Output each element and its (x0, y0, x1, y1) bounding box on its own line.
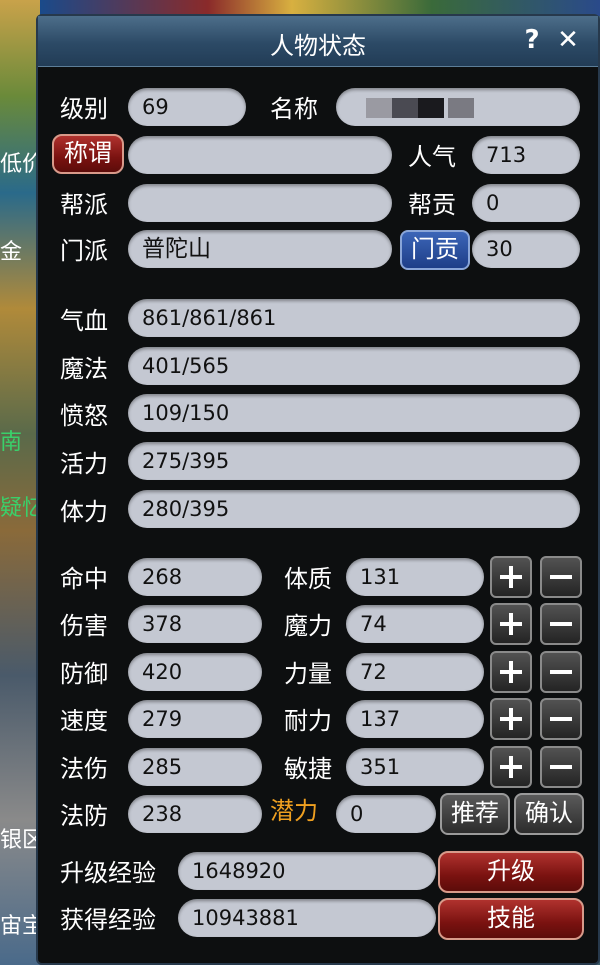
gang-contrib-label: 帮贡 (408, 191, 456, 219)
name-blur-block-2 (392, 98, 418, 118)
close-icon[interactable]: ✕ (552, 24, 584, 56)
sect-label: 门派 (60, 237, 108, 265)
background-text-2: 金 (0, 240, 23, 265)
title-button[interactable]: 称谓 (52, 134, 124, 174)
name-blur-block-4 (448, 98, 474, 118)
gang-label: 帮派 (60, 191, 108, 219)
vital-field-vitality: 275/395 (128, 442, 580, 480)
combat-label-magic-defense: 法防 (60, 802, 108, 830)
agility-minus-button[interactable] (540, 746, 582, 788)
sect-contrib-button[interactable]: 门贡 (400, 230, 470, 270)
name-blur-block-1 (366, 98, 392, 118)
strength-plus-button[interactable] (490, 651, 532, 693)
gained-exp-label: 获得经验 (60, 906, 156, 934)
vital-field-mp: 401/565 (128, 347, 580, 385)
recommend-button[interactable]: 推荐 (440, 793, 510, 835)
sect-field: 普陀山 (128, 230, 392, 268)
endurance-plus-button[interactable] (490, 698, 532, 740)
title-field (128, 136, 392, 174)
vital-label-vitality: 活力 (60, 450, 108, 478)
combat-field-hit: 268 (128, 558, 262, 596)
vital-label-rage: 愤怒 (60, 402, 108, 430)
combat-label-hit: 命中 (60, 565, 108, 593)
attr-field-constitution: 131 (346, 558, 484, 596)
character-status-window: 人物状态 ? ✕ 级别 69 名称 称谓 人气 713 帮派 帮贡 0 门派 普… (36, 14, 600, 965)
combat-field-magic-damage: 285 (128, 748, 262, 786)
potential-field: 0 (336, 795, 436, 833)
attr-field-endurance: 137 (346, 700, 484, 738)
combat-field-damage: 378 (128, 605, 262, 643)
upgrade-exp-label: 升级经验 (60, 859, 156, 887)
gang-field (128, 184, 392, 222)
vital-field-rage: 109/150 (128, 394, 580, 432)
strength-minus-button[interactable] (540, 651, 582, 693)
name-blur-block-3 (418, 98, 444, 118)
sect-contrib-field: 30 (472, 230, 580, 268)
vital-field-hp: 861/861/861 (128, 299, 580, 337)
constitution-minus-button[interactable] (540, 556, 582, 598)
popularity-label: 人气 (408, 143, 456, 171)
combat-label-defense: 防御 (60, 660, 108, 688)
skill-button[interactable]: 技能 (438, 898, 584, 940)
attr-field-magic: 74 (346, 605, 484, 643)
popularity-field: 713 (472, 136, 580, 174)
background-scene (0, 0, 40, 965)
vital-label-stamina: 体力 (60, 498, 108, 526)
window-title: 人物状态 (270, 32, 366, 60)
attr-field-agility: 351 (346, 748, 484, 786)
magic-plus-button[interactable] (490, 603, 532, 645)
combat-field-magic-defense: 238 (128, 795, 262, 833)
combat-label-magic-damage: 法伤 (60, 755, 108, 783)
constitution-plus-button[interactable] (490, 556, 532, 598)
combat-field-defense: 420 (128, 653, 262, 691)
help-icon[interactable]: ? (516, 24, 548, 56)
confirm-button[interactable]: 确认 (514, 793, 584, 835)
magic-minus-button[interactable] (540, 603, 582, 645)
endurance-minus-button[interactable] (540, 698, 582, 740)
agility-plus-button[interactable] (490, 746, 532, 788)
attr-label-endurance: 耐力 (284, 707, 332, 735)
attr-field-strength: 72 (346, 653, 484, 691)
gang-contrib-field: 0 (472, 184, 580, 222)
name-label: 名称 (270, 95, 318, 123)
attr-label-agility: 敏捷 (284, 755, 332, 783)
vital-field-stamina: 280/395 (128, 490, 580, 528)
potential-label: 潜力 (270, 797, 318, 825)
upgrade-exp-field: 1648920 (178, 852, 436, 890)
level-field: 69 (128, 88, 246, 126)
combat-label-damage: 伤害 (60, 612, 108, 640)
vital-label-mp: 魔法 (60, 355, 108, 383)
title-bar[interactable]: 人物状态 ? ✕ (38, 16, 598, 67)
gained-exp-field: 10943881 (178, 899, 436, 937)
upgrade-button[interactable]: 升级 (438, 851, 584, 893)
vital-label-hp: 气血 (60, 307, 108, 335)
combat-field-speed: 279 (128, 700, 262, 738)
attr-label-strength: 力量 (284, 660, 332, 688)
attr-label-magic: 魔力 (284, 612, 332, 640)
attr-label-constitution: 体质 (284, 565, 332, 593)
background-text-3: 南 (0, 430, 23, 455)
combat-label-speed: 速度 (60, 707, 108, 735)
level-label: 级别 (60, 95, 108, 123)
name-field (336, 88, 580, 126)
